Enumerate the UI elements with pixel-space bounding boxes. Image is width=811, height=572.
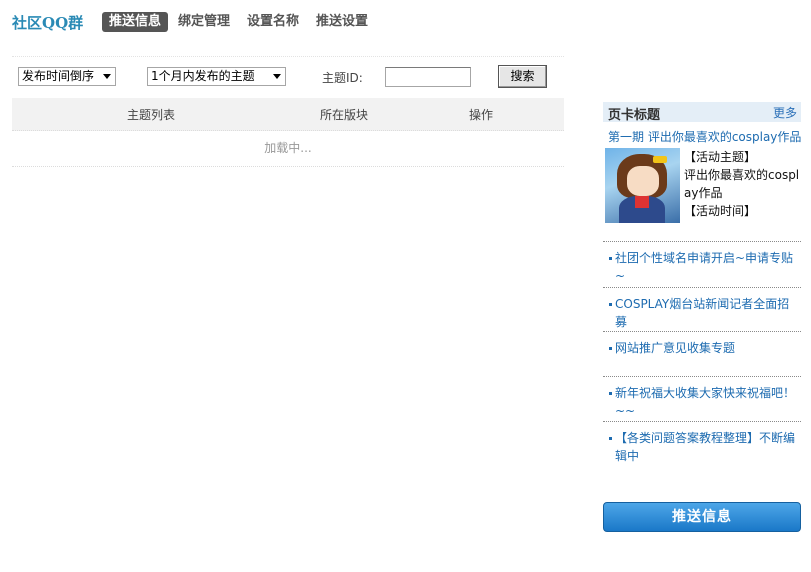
table-header: 主题列表 所在版块 操作 [12, 98, 564, 131]
header: 社区QQ群 推送信息 绑定管理 设置名称 推送设置 [0, 0, 811, 44]
topic-id-label: 主题ID: [322, 71, 363, 85]
sidebar-card-title: 页卡标题 [608, 108, 661, 123]
news-item[interactable]: 【各类问题答案教程整理】不断编辑中 [603, 421, 801, 465]
feature-thumbnail[interactable] [605, 148, 680, 223]
divider [12, 56, 564, 57]
topic-id-input[interactable] [385, 67, 471, 87]
news-item[interactable]: 网站推广意见收集专题 [603, 331, 801, 376]
push-info-button[interactable]: 推送信息 [603, 502, 801, 532]
news-item[interactable]: 社团个性域名申请开启~申请专贴~ [603, 241, 801, 287]
news-item-text: COSPLAY烟台站新闻记者全面招募 [615, 297, 790, 329]
order-select[interactable]: 发布时间倒序 [18, 67, 116, 86]
chevron-down-icon [273, 74, 281, 79]
thumbnail-face [627, 166, 659, 196]
filter-bar: 发布时间倒序 1个月内发布的主题 主题ID: 搜索 [18, 65, 564, 89]
bullet-icon [609, 392, 612, 395]
sidebar-card: 页卡标题 更多 第一期 评出你最喜欢的cosplay作品 【活动主题】 评出你最… [603, 102, 801, 223]
more-link[interactable]: 更多 [773, 104, 797, 121]
tab-set-name[interactable]: 设置名称 [240, 12, 306, 32]
news-item-text: 新年祝福大收集大家快来祝福吧！~~ [615, 386, 796, 418]
feature-description: 【活动主题】 评出你最喜欢的cosplay作品 【活动时间】 [684, 148, 801, 220]
news-item-text: 社团个性域名申请开启~申请专贴~ [615, 251, 794, 283]
loading-indicator: 加载中... [12, 132, 564, 167]
time-range-select-value: 1个月内发布的主题 [151, 69, 255, 83]
time-range-select[interactable]: 1个月内发布的主题 [147, 67, 286, 86]
tab-push-settings[interactable]: 推送设置 [309, 12, 375, 32]
news-item[interactable]: COSPLAY烟台站新闻记者全面招募 [603, 287, 801, 331]
feature-title-link[interactable]: 第一期 评出你最喜欢的cosplay作品 [608, 128, 801, 145]
news-item-text: 网站推广意见收集专题 [615, 341, 736, 355]
bullet-icon [609, 347, 612, 350]
thumbnail-collar [635, 196, 649, 208]
sidebar-card-header: 页卡标题 更多 [603, 102, 801, 123]
bullet-icon [609, 257, 612, 260]
bullet-icon [609, 303, 612, 306]
news-item-text: 【各类问题答案教程整理】不断编辑中 [615, 431, 796, 463]
order-select-value: 发布时间倒序 [22, 69, 95, 83]
thumbnail-ribbon [653, 156, 667, 163]
column-header-actions: 操作 [469, 108, 494, 122]
bullet-icon [609, 437, 612, 440]
tab-bind-manage[interactable]: 绑定管理 [171, 12, 237, 32]
feature-line-time: 【活动时间】 [684, 204, 757, 218]
column-header-board: 所在版块 [320, 108, 369, 122]
main-nav: 推送信息 绑定管理 设置名称 推送设置 [102, 12, 378, 32]
feature-line-theme: 【活动主题】 [684, 150, 757, 164]
tab-push-info[interactable]: 推送信息 [102, 12, 169, 32]
feature-line-detail: 评出你最喜欢的cosplay作品 [684, 168, 800, 200]
news-item[interactable]: 新年祝福大收集大家快来祝福吧！~~ [603, 376, 801, 421]
chevron-down-icon [103, 74, 111, 79]
news-list: 社团个性域名申请开启~申请专贴~ COSPLAY烟台站新闻记者全面招募 网站推广… [603, 241, 801, 465]
brand-title[interactable]: 社区QQ群 [12, 12, 83, 33]
column-header-topic-list: 主题列表 [127, 108, 176, 122]
search-button[interactable]: 搜索 [498, 65, 547, 88]
